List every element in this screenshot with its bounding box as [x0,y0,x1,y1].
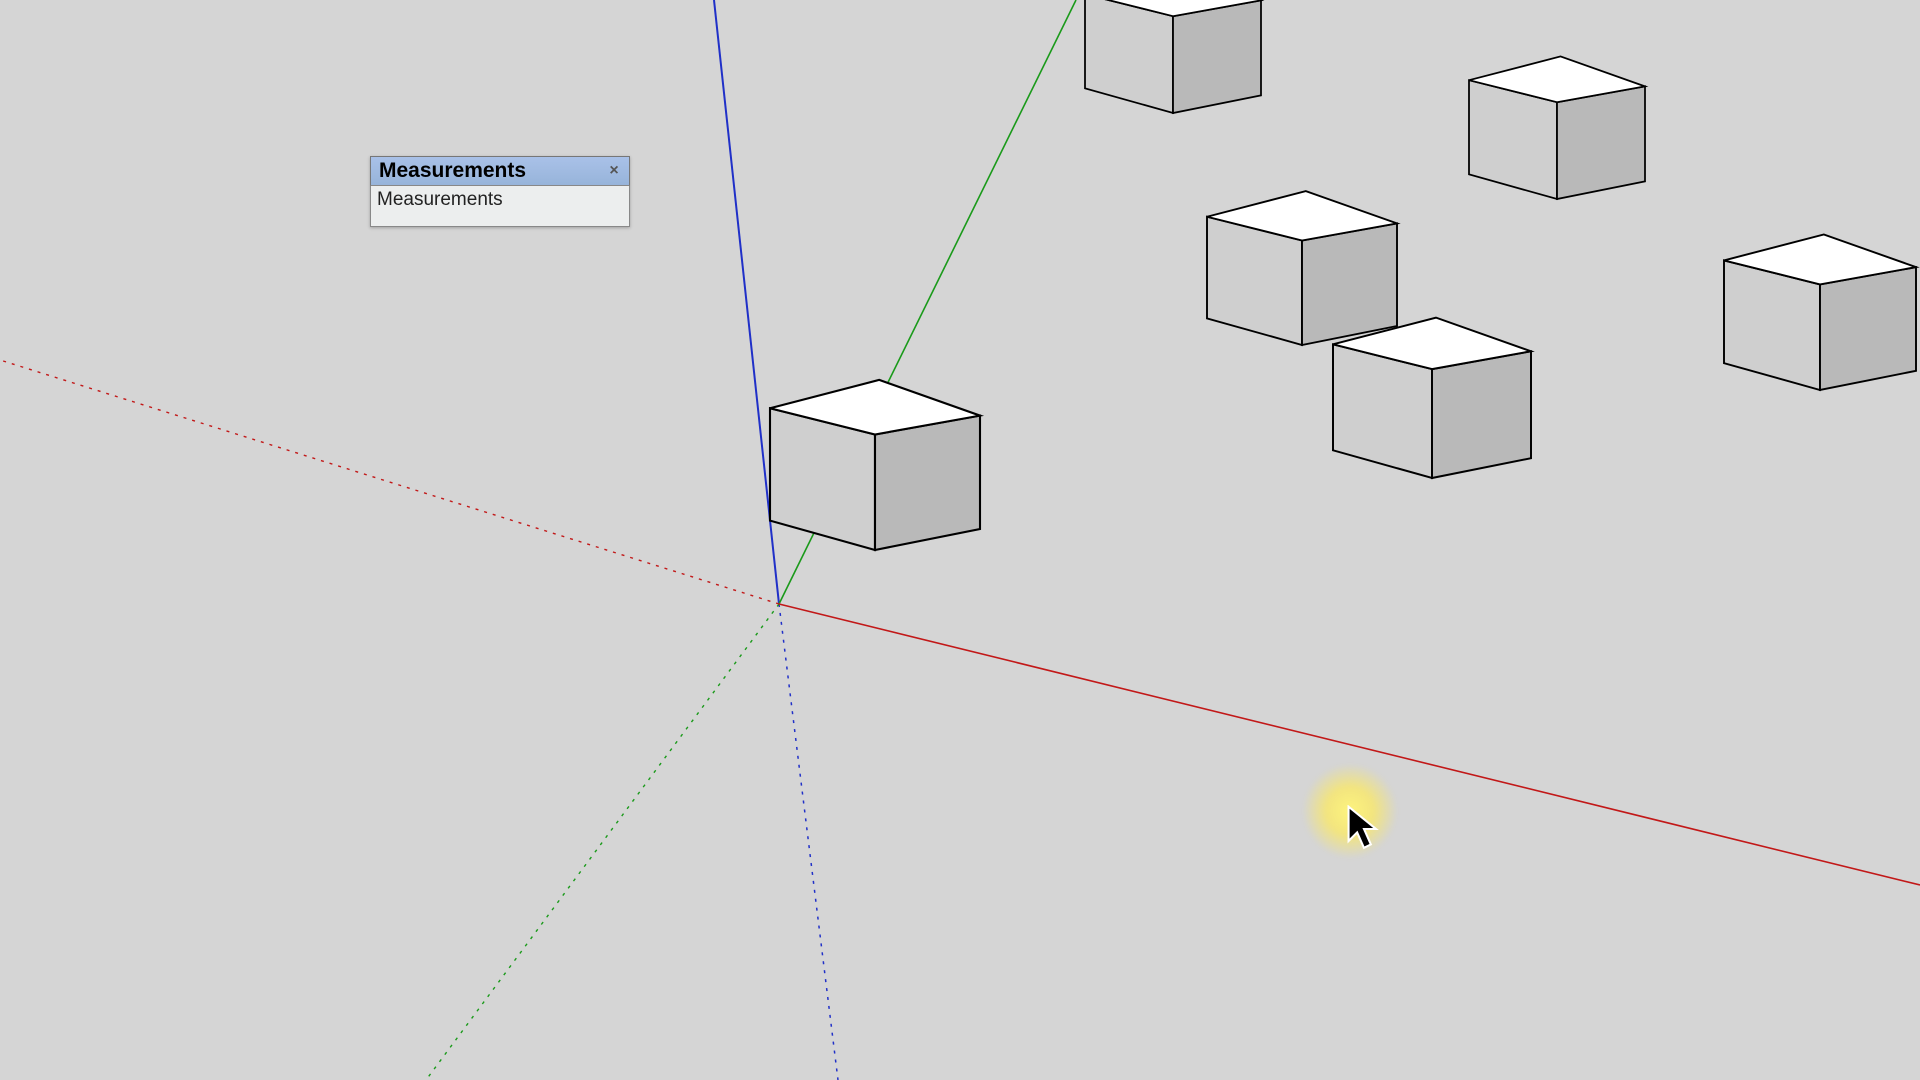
measurements-title: Measurements [379,159,526,183]
measurements-titlebar[interactable]: Measurements × [370,156,630,186]
viewport-3d[interactable]: Measurements × Measurements [0,0,1920,1080]
scene-svg [0,0,1920,1080]
measurements-body: Measurements [370,186,630,227]
close-icon[interactable]: × [605,162,623,180]
cubes [770,0,1916,550]
measurements-label: Measurements [377,189,503,211]
measurements-panel[interactable]: Measurements × Measurements [370,156,630,227]
